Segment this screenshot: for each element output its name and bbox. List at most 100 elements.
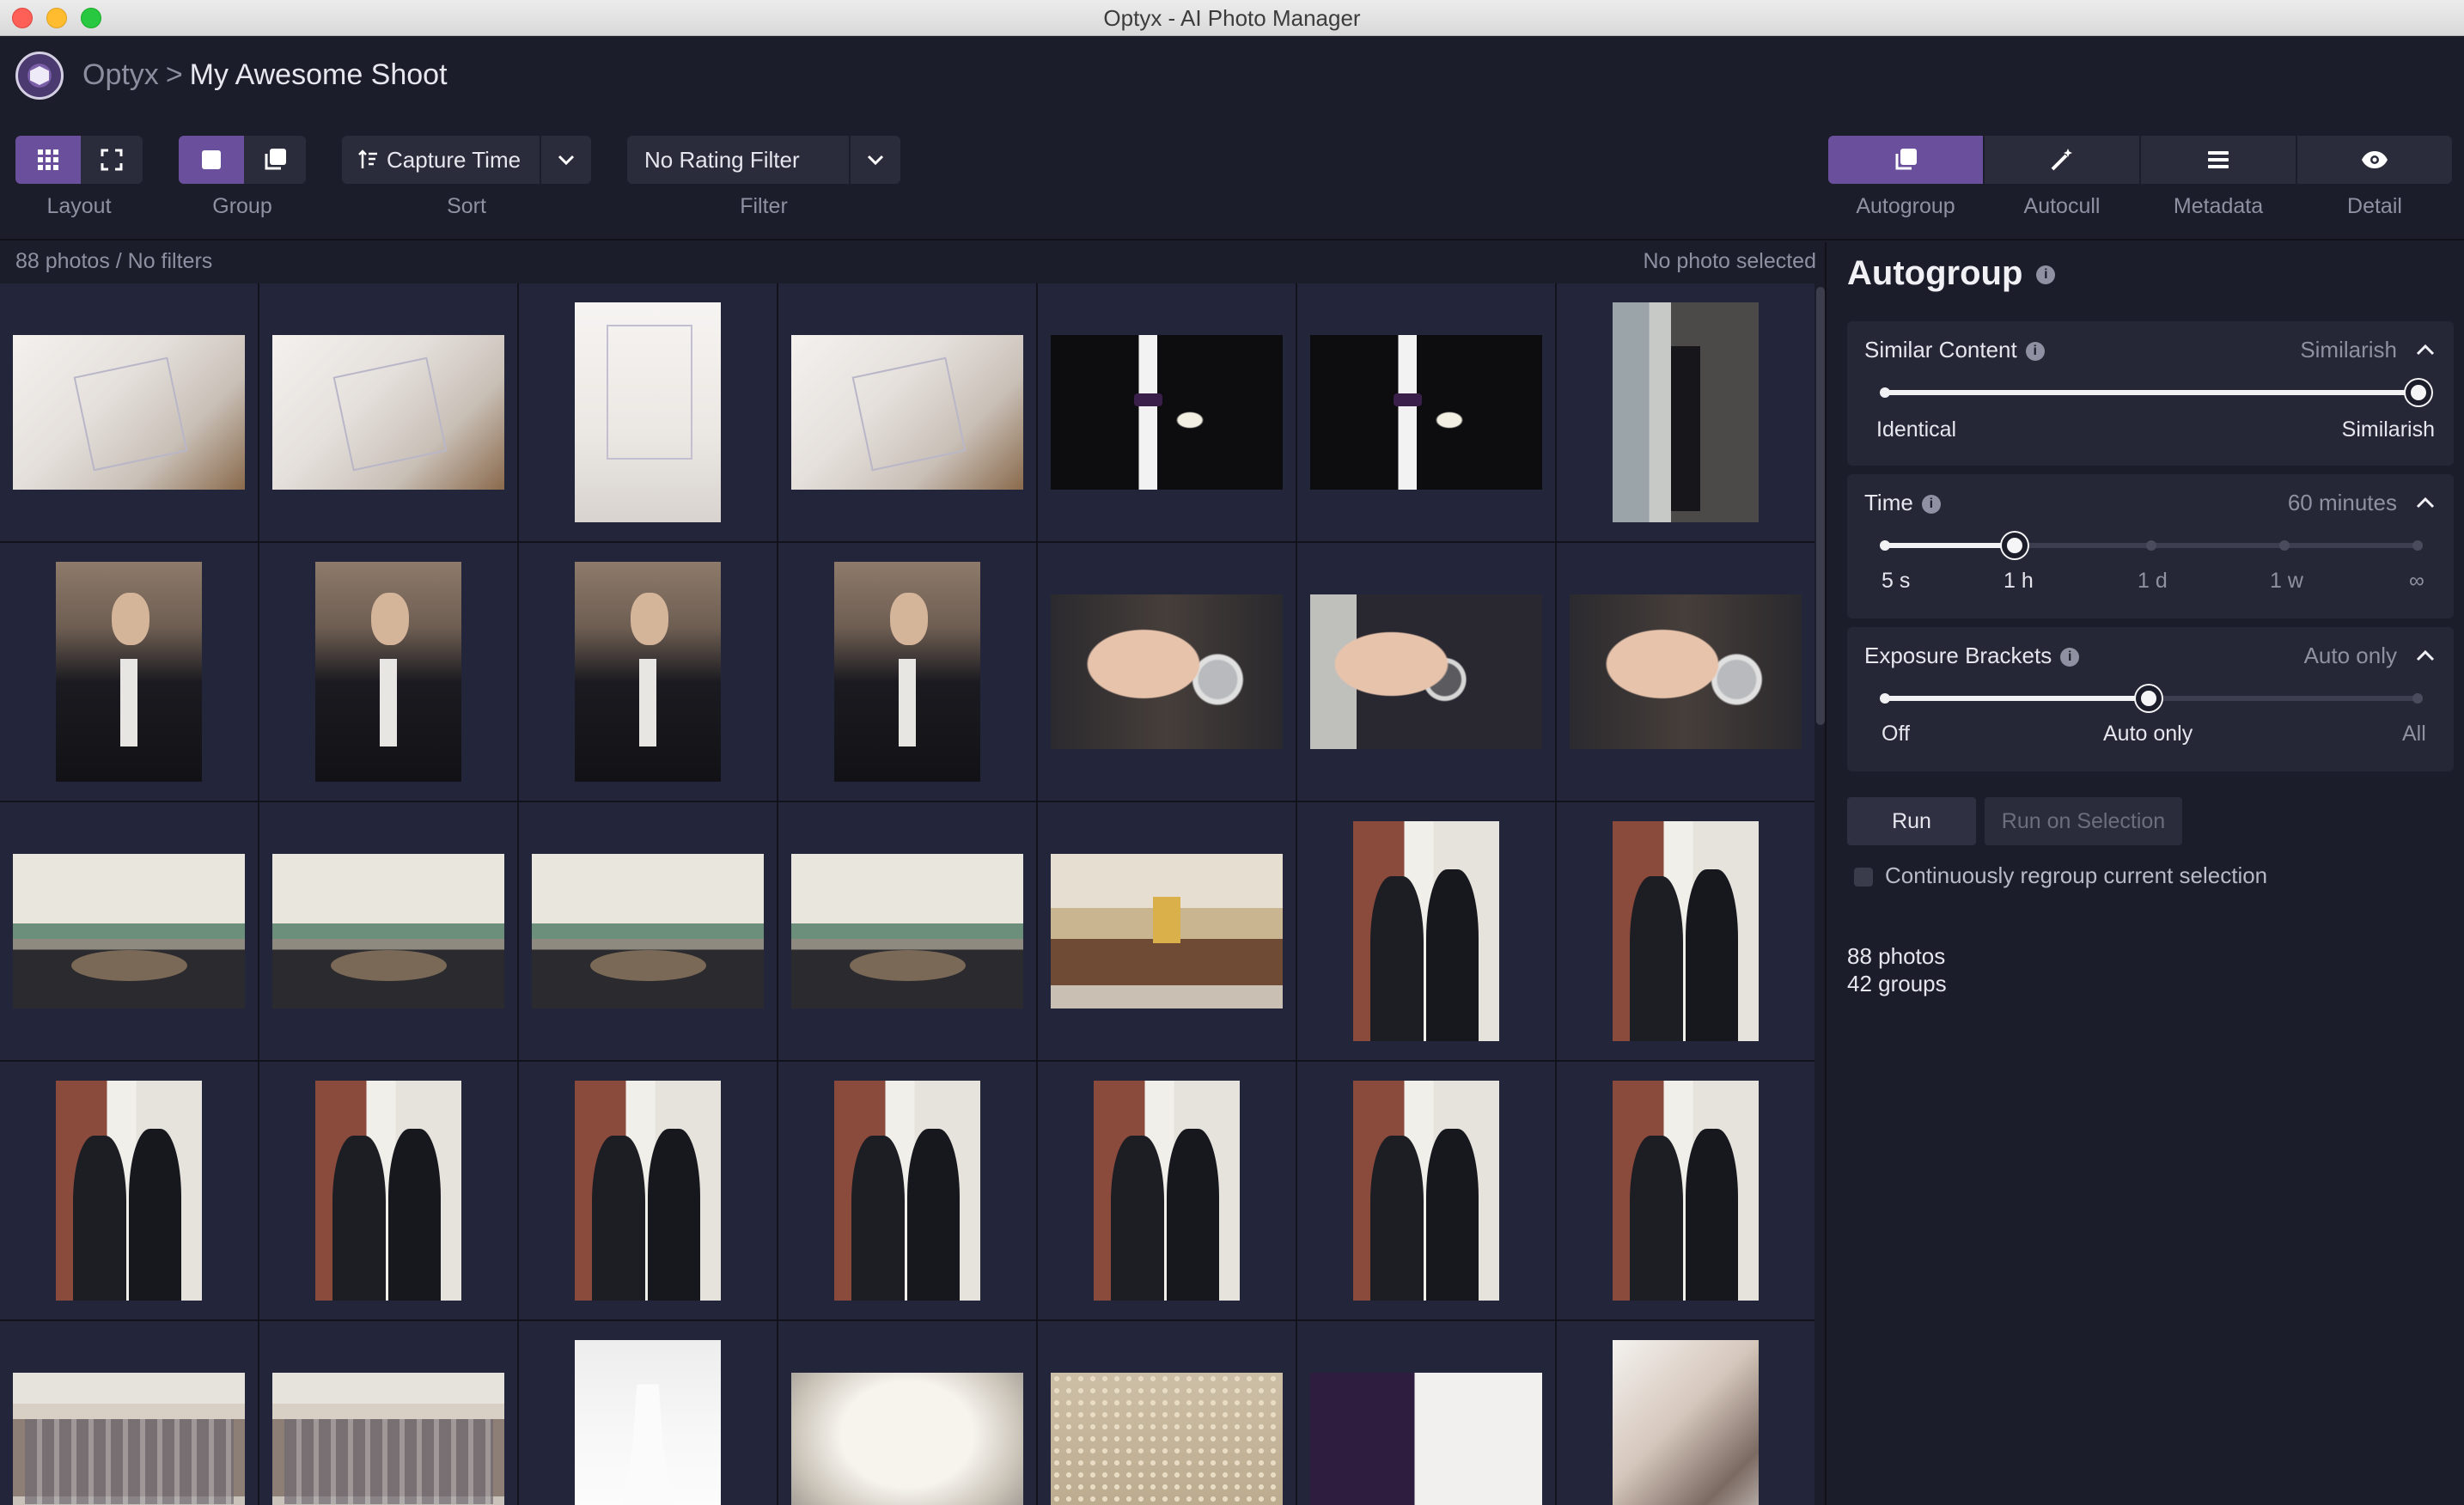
photo-cell[interactable] [1038, 1321, 1296, 1505]
info-icon[interactable]: i [1921, 495, 1941, 515]
photo-thumbnail[interactable] [575, 562, 721, 782]
exposure-knob[interactable] [2136, 685, 2162, 711]
photo-thumbnail[interactable] [834, 562, 980, 782]
photo-cell[interactable] [1038, 283, 1296, 541]
photo-cell[interactable] [1297, 1062, 1555, 1319]
run-button[interactable]: Run [1847, 797, 1976, 845]
photo-cell[interactable] [259, 1321, 517, 1505]
photo-thumbnail[interactable] [1310, 335, 1542, 490]
info-icon[interactable]: i [2060, 648, 2080, 667]
photo-cell[interactable] [1297, 283, 1555, 541]
slider-stop[interactable] [2279, 540, 2290, 551]
photo-thumbnail[interactable] [1310, 594, 1542, 749]
tab-autogroup[interactable] [1828, 136, 1983, 184]
regroup-checkbox[interactable] [1854, 868, 1873, 887]
photo-thumbnail[interactable] [1051, 335, 1283, 490]
photo-cell[interactable] [259, 283, 517, 541]
photo-thumbnail[interactable] [13, 854, 245, 1008]
photo-thumbnail[interactable] [1051, 594, 1283, 749]
photo-thumbnail[interactable] [13, 335, 245, 490]
photo-cell[interactable] [259, 802, 517, 1060]
photo-thumbnail[interactable] [575, 1081, 721, 1301]
info-icon[interactable]: i [2025, 342, 2045, 362]
photo-thumbnail[interactable] [315, 1081, 461, 1301]
photo-thumbnail[interactable] [272, 854, 504, 1008]
photo-thumbnail[interactable] [834, 1081, 980, 1301]
photo-cell[interactable] [778, 802, 1036, 1060]
photo-cell[interactable] [519, 1321, 777, 1505]
exposure-header[interactable]: Exposure Brackets i Auto only [1864, 643, 2437, 677]
photo-cell[interactable] [778, 283, 1036, 541]
photo-cell[interactable] [0, 543, 258, 801]
photo-cell[interactable] [1038, 802, 1296, 1060]
tab-metadata[interactable] [2141, 136, 2296, 184]
chevron-up-icon[interactable] [2414, 644, 2437, 667]
slider-stop[interactable] [1880, 693, 1890, 704]
photo-cell[interactable] [1297, 1321, 1555, 1505]
photo-thumbnail[interactable] [791, 854, 1023, 1008]
photo-thumbnail[interactable] [1051, 1373, 1283, 1505]
similar-content-header[interactable]: Similar Content i Similarish [1864, 337, 2437, 371]
slider-stop[interactable] [1880, 387, 1890, 398]
photo-thumbnail[interactable] [791, 335, 1023, 490]
chevron-down-icon[interactable] [849, 136, 900, 184]
photo-thumbnail[interactable] [1613, 821, 1759, 1041]
photo-thumbnail[interactable] [56, 1081, 202, 1301]
similar-content-knob[interactable] [2406, 380, 2431, 405]
photo-cell[interactable] [0, 802, 258, 1060]
layout-grid-button[interactable] [15, 136, 81, 184]
photo-thumbnail[interactable] [315, 562, 461, 782]
app-logo[interactable] [15, 52, 64, 100]
photo-cell[interactable] [519, 802, 777, 1060]
sort-dropdown[interactable]: Capture Time [342, 136, 591, 184]
grid-scrollbar[interactable] [1816, 287, 1825, 725]
photo-thumbnail[interactable] [1051, 854, 1283, 1008]
photo-thumbnail[interactable] [1613, 1340, 1759, 1505]
photo-cell[interactable] [0, 1321, 258, 1505]
photo-cell[interactable] [0, 283, 258, 541]
slider-stop[interactable] [2412, 540, 2423, 551]
photo-cell[interactable] [259, 543, 517, 801]
photo-cell[interactable] [1297, 543, 1555, 801]
photo-cell[interactable] [519, 283, 777, 541]
photo-cell[interactable] [1557, 543, 1814, 801]
photo-cell[interactable] [778, 543, 1036, 801]
similar-content-slider[interactable] [1883, 390, 2421, 395]
time-knob[interactable] [2002, 533, 2028, 558]
chevron-up-icon[interactable] [2414, 338, 2437, 361]
photo-thumbnail[interactable] [1094, 1081, 1240, 1301]
run-on-selection-button[interactable]: Run on Selection [1985, 797, 2182, 845]
photo-thumbnail[interactable] [1310, 1373, 1542, 1505]
group-single-button[interactable] [179, 136, 244, 184]
photo-cell[interactable] [778, 1062, 1036, 1319]
photo-thumbnail[interactable] [575, 302, 721, 522]
photo-cell[interactable] [1557, 802, 1814, 1060]
slider-stop[interactable] [1880, 540, 1890, 551]
filter-dropdown[interactable]: No Rating Filter [627, 136, 900, 184]
breadcrumb-app[interactable]: Optyx [82, 58, 159, 91]
slider-stop[interactable] [2412, 693, 2423, 704]
photo-thumbnail[interactable] [532, 854, 764, 1008]
layout-fullscreen-button[interactable] [81, 136, 143, 184]
photo-cell[interactable] [1297, 802, 1555, 1060]
photo-thumbnail[interactable] [575, 1340, 721, 1505]
photo-cell[interactable] [0, 1062, 258, 1319]
photo-thumbnail[interactable] [1613, 1081, 1759, 1301]
group-stack-button[interactable] [244, 136, 306, 184]
photo-thumbnail[interactable] [1570, 594, 1802, 749]
photo-cell[interactable] [519, 1062, 777, 1319]
photo-thumbnail[interactable] [1353, 821, 1499, 1041]
regroup-checkbox-label[interactable]: Continuously regroup current selection [1885, 862, 2267, 889]
tab-detail[interactable] [2297, 136, 2452, 184]
photo-thumbnail[interactable] [1353, 1081, 1499, 1301]
photo-thumbnail[interactable] [272, 1373, 504, 1505]
photo-cell[interactable] [1557, 1062, 1814, 1319]
photo-cell[interactable] [1557, 1321, 1814, 1505]
chevron-down-icon[interactable] [540, 136, 591, 184]
photo-cell[interactable] [1038, 1062, 1296, 1319]
photo-thumbnail[interactable] [791, 1373, 1023, 1505]
photo-cell[interactable] [1038, 543, 1296, 801]
photo-thumbnail[interactable] [272, 335, 504, 490]
chevron-up-icon[interactable] [2414, 491, 2437, 514]
photo-thumbnail[interactable] [13, 1373, 245, 1505]
